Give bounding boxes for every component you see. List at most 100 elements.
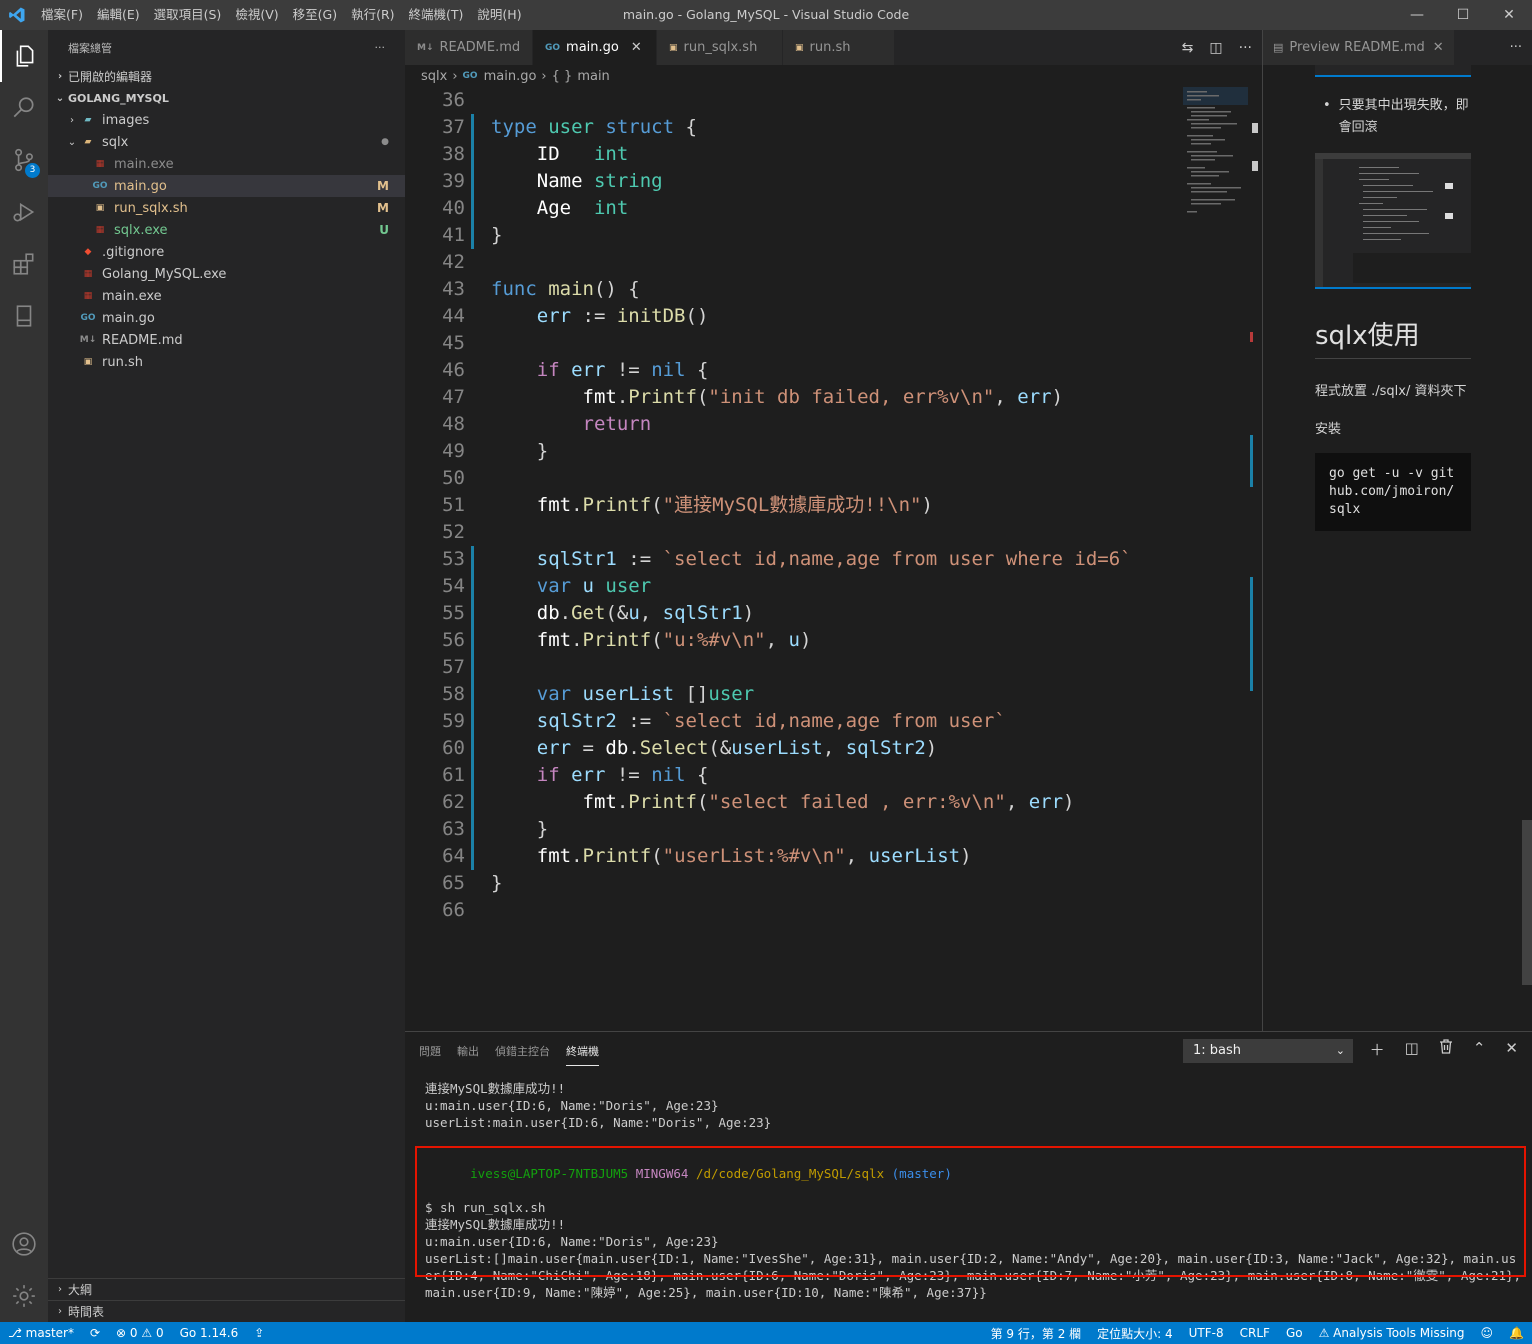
language-status[interactable]: Go: [1278, 1326, 1311, 1340]
timeline-section[interactable]: › 時間表: [48, 1300, 405, 1322]
split-editor-icon[interactable]: ◫: [1209, 40, 1222, 56]
maximize-button[interactable]: ☐: [1440, 0, 1486, 30]
code-editor[interactable]: 36 37 type user struct {38 ID int 39 Name s…: [405, 87, 1177, 1031]
file-tree-item[interactable]: ▦ main.exe: [48, 153, 405, 175]
git-change-marker: [471, 573, 474, 600]
explorer-icon[interactable]: [0, 30, 48, 82]
code-line: 36: [405, 87, 1177, 114]
panel-tab[interactable]: 終端機: [566, 1037, 599, 1066]
source-control-icon[interactable]: 3: [0, 134, 48, 186]
split-terminal-button[interactable]: ◫: [1405, 1039, 1419, 1060]
file-tree-item[interactable]: ⌄ ▰ sqlx ●: [48, 131, 405, 153]
breadcrumb-item[interactable]: main: [577, 69, 609, 84]
terminal-output[interactable]: 連接MySQL數據庫成功!! u:main.user{ID:6, Name:"Do…: [425, 1080, 1522, 1344]
git-status-badge: U: [379, 223, 389, 237]
settings-gear-icon[interactable]: [0, 1270, 48, 1322]
outline-section[interactable]: › 大綱: [48, 1278, 405, 1300]
account-icon[interactable]: [0, 1218, 48, 1270]
screenshot-thumbnail: [1315, 65, 1471, 77]
line-number: 47: [442, 386, 465, 408]
file-tree-item[interactable]: ▦ Golang_MySQL.exe: [48, 263, 405, 285]
maximize-panel-button[interactable]: ⌃: [1473, 1039, 1486, 1060]
file-tree-item[interactable]: ▦ sqlx.exe U: [48, 219, 405, 241]
menu-item[interactable]: 移至(G): [286, 0, 344, 30]
encoding-status[interactable]: UTF-8: [1181, 1326, 1232, 1340]
close-window-button[interactable]: ✕: [1486, 0, 1532, 30]
menu-item[interactable]: 終端機(T): [402, 0, 471, 30]
chevron-right-icon: ›: [70, 114, 74, 126]
file-tree-item[interactable]: GO main.go: [48, 307, 405, 329]
git-branch-status[interactable]: ⎇ master*: [0, 1326, 82, 1340]
live-share-icon[interactable]: ⇪: [246, 1326, 272, 1340]
preview-more-button[interactable]: ···: [1510, 40, 1522, 55]
code-line: 50: [405, 465, 1177, 492]
line-number: 49: [442, 440, 465, 462]
editor-tab[interactable]: M↓ README.md: [405, 30, 533, 65]
code-line: 49 }: [405, 438, 1177, 465]
go-version-status[interactable]: Go 1.14.6: [172, 1326, 247, 1340]
git-change-marker: [471, 816, 474, 843]
file-tree-item[interactable]: ▣ run_sqlx.sh M: [48, 197, 405, 219]
file-tree-item[interactable]: ▦ main.exe: [48, 285, 405, 307]
project-section[interactable]: ⌄ GOLANG_MYSQL: [48, 87, 405, 109]
remote-explorer-icon[interactable]: [0, 290, 48, 342]
editor-more-icon[interactable]: ···: [1239, 40, 1252, 56]
close-tab-icon[interactable]: ✕: [631, 40, 642, 55]
panel-tab[interactable]: 偵錯主控台: [495, 1037, 550, 1065]
menu-item[interactable]: 編輯(E): [90, 0, 147, 30]
eol-status[interactable]: CRLF: [1232, 1326, 1278, 1340]
file-tree-item[interactable]: M↓ README.md: [48, 329, 405, 351]
search-icon[interactable]: [0, 82, 48, 134]
open-changes-icon[interactable]: ⇆: [1182, 40, 1194, 56]
chevron-down-icon: ⌄: [1335, 1044, 1345, 1057]
line-number: 48: [442, 413, 465, 435]
terminal-select[interactable]: 1: bash ⌄: [1183, 1039, 1353, 1063]
code-line: 53 sqlStr1 := `select id,name,age from u…: [405, 546, 1177, 573]
file-name: README.md: [102, 332, 183, 348]
code-text: err := initDB(): [536, 305, 709, 327]
preview-tab-bar: ▤ Preview README.md ✕ ···: [1263, 30, 1532, 65]
code-text: fmt.Printf("連接MySQL數據庫成功!!\n"): [536, 494, 933, 516]
editor-tab[interactable]: ▣ run_sqlx.sh: [657, 30, 783, 65]
code-line: 54 var u user: [405, 573, 1177, 600]
close-panel-button[interactable]: ✕: [1505, 1039, 1518, 1060]
indent-status[interactable]: 定位點大小: 4: [1089, 1325, 1181, 1342]
editor-tab[interactable]: ▣ run.sh: [783, 30, 895, 65]
editor-scrollbar[interactable]: [1248, 87, 1262, 1031]
analysis-tools-status[interactable]: ⚠ Analysis Tools Missing: [1311, 1326, 1473, 1340]
cursor-position-status[interactable]: 第 9 行，第 2 欄: [983, 1325, 1090, 1342]
editor-tab[interactable]: GO main.go ✕: [533, 30, 657, 65]
problems-status[interactable]: ⊗ 0 ⚠ 0: [108, 1326, 172, 1340]
code-line: 65}: [405, 870, 1177, 897]
panel-tab[interactable]: 輸出: [457, 1037, 479, 1065]
file-tree-item[interactable]: ◆ .gitignore: [48, 241, 405, 263]
menu-item[interactable]: 選取項目(S): [147, 0, 229, 30]
notifications-icon[interactable]: 🔔: [1501, 1326, 1532, 1340]
line-number: 64: [442, 845, 465, 867]
menu-item[interactable]: 說明(H): [470, 0, 528, 30]
extensions-icon[interactable]: [0, 238, 48, 290]
kill-terminal-button[interactable]: [1439, 1039, 1453, 1060]
new-terminal-button[interactable]: ＋: [1370, 1039, 1385, 1060]
git-change-marker: [471, 195, 474, 222]
preview-scrollbar[interactable]: [1522, 820, 1532, 985]
sync-icon[interactable]: ⟳: [82, 1326, 108, 1340]
panel-tab[interactable]: 問題: [419, 1037, 441, 1065]
feedback-icon[interactable]: ☺: [1473, 1326, 1502, 1340]
breadcrumb-item[interactable]: { }: [552, 69, 573, 84]
file-tree-item[interactable]: GO main.go M: [48, 175, 405, 197]
close-preview-icon[interactable]: ✕: [1433, 40, 1444, 55]
menu-bar: 檔案(F) 編輯(E) 選取項目(S) 檢視(V) 移至(G) 執行(R) 終端機(T) 說明…: [34, 0, 529, 30]
open-editors-section[interactable]: › 已開啟的編輯器: [48, 65, 405, 87]
file-tree-item[interactable]: › ▰ images: [48, 109, 405, 131]
explorer-more-button[interactable]: ···: [375, 41, 386, 54]
menu-item[interactable]: 執行(R): [344, 0, 401, 30]
run-debug-icon[interactable]: [0, 186, 48, 238]
minimize-button[interactable]: —: [1394, 0, 1440, 30]
preview-tab[interactable]: ▤ Preview README.md ✕: [1263, 30, 1454, 65]
breadcrumb-item[interactable]: sqlx: [421, 69, 447, 84]
breadcrumb-item[interactable]: main.go: [484, 69, 537, 84]
file-tree-item[interactable]: ▣ run.sh: [48, 351, 405, 373]
menu-item[interactable]: 檔案(F): [34, 0, 90, 30]
menu-item[interactable]: 檢視(V): [228, 0, 285, 30]
